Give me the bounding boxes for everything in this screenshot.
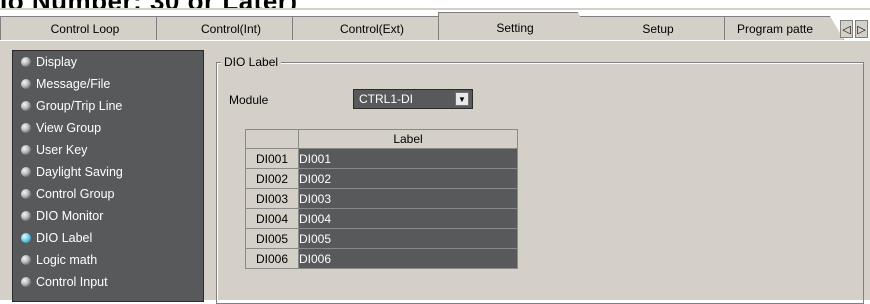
tab-divider: [0, 40, 870, 43]
tab-setting[interactable]: Setting: [438, 12, 592, 42]
radio-icon: [21, 211, 31, 221]
tab-next-icon[interactable]: ▷: [855, 20, 868, 38]
sidebar-item-label: Display: [36, 55, 77, 69]
module-label: Module: [229, 93, 269, 107]
sidebar-item-daylight-saving[interactable]: Daylight Saving: [13, 161, 203, 183]
sidebar-item-label: Control Group: [36, 187, 115, 201]
tab-control-loop[interactable]: Control Loop: [0, 16, 170, 40]
tab-label: Control Loop: [50, 21, 120, 36]
table-row: DI003 DI003: [245, 188, 518, 209]
radio-selected-icon: [21, 233, 31, 243]
label-cell[interactable]: DI003: [298, 188, 518, 209]
sidebar-item-label: Control Input: [36, 275, 108, 289]
tab-label: Setting: [496, 20, 534, 35]
radio-icon: [21, 167, 31, 177]
sidebar-item-control-group[interactable]: Control Group: [13, 183, 203, 205]
tab-bar: Control Loop Control(Int) Control(Ext) S…: [0, 10, 870, 42]
tab-label: Control(Int): [200, 21, 262, 36]
sidebar-item-user-key[interactable]: User Key: [13, 139, 203, 161]
table-row: DI002 DI002: [245, 168, 518, 189]
radio-icon: [21, 189, 31, 199]
row-header: DI005: [245, 228, 299, 249]
table-row: DI001 DI001: [245, 148, 518, 169]
radio-icon: [21, 79, 31, 89]
row-header: DI006: [245, 248, 299, 269]
dio-label-group: DIO Label Module CTRL1-DI ▼ Label DI001 …: [216, 55, 864, 304]
sidebar-item-label: Daylight Saving: [36, 165, 123, 179]
label-cell[interactable]: DI001: [298, 148, 518, 169]
tab-label: Setup: [642, 21, 674, 36]
group-title: DIO Label: [221, 55, 282, 69]
tab-label: Control(Ext): [339, 21, 404, 36]
tab-prev-icon[interactable]: ◁: [840, 20, 853, 38]
sidebar-item-control-input[interactable]: Control Input: [13, 271, 203, 293]
sidebar-item-message-file[interactable]: Message/File: [13, 73, 203, 95]
settings-sidebar: Display Message/File Group/Trip Line Vie…: [12, 50, 204, 302]
sidebar-item-group-trip-line[interactable]: Group/Trip Line: [13, 95, 203, 117]
label-cell[interactable]: DI005: [298, 228, 518, 249]
sidebar-item-label: Logic math: [36, 253, 98, 267]
radio-icon: [21, 277, 31, 287]
radio-icon: [21, 57, 31, 67]
app-window: Control Loop Control(Int) Control(Ext) S…: [0, 8, 870, 304]
table-row: DI004 DI004: [245, 208, 518, 229]
table-row: DI005 DI005: [245, 228, 518, 249]
sidebar-item-display[interactable]: Display: [13, 51, 203, 73]
sidebar-item-label: Group/Trip Line: [36, 99, 123, 113]
radio-icon: [21, 255, 31, 265]
label-cell[interactable]: DI006: [298, 248, 518, 269]
table-corner-cell: [245, 129, 299, 149]
label-cell[interactable]: DI002: [298, 168, 518, 189]
sidebar-item-label: View Group: [36, 121, 102, 135]
row-header: DI004: [245, 208, 299, 229]
row-header: DI002: [245, 168, 299, 189]
sidebar-item-label: DIO Monitor: [36, 209, 104, 223]
label-cell[interactable]: DI004: [298, 208, 518, 229]
sidebar-item-dio-label[interactable]: DIO Label: [13, 227, 203, 249]
sidebar-item-logic-math[interactable]: Logic math: [13, 249, 203, 271]
tab-control-int[interactable]: Control(Int): [156, 16, 306, 40]
table-row: DI006 DI006: [245, 248, 518, 269]
row-header: DI003: [245, 188, 299, 209]
tab-program-pattern[interactable]: Program patte: [724, 16, 844, 40]
sidebar-item-label: Message/File: [36, 77, 111, 91]
radio-icon: [21, 123, 31, 133]
tab-label: Program patte: [737, 21, 814, 36]
sidebar-item-label: DIO Label: [36, 231, 93, 245]
table-header-row: Label: [245, 129, 518, 149]
radio-icon: [21, 145, 31, 155]
sidebar-item-label: User Key: [36, 143, 88, 157]
module-select[interactable]: CTRL1-DI ▼: [353, 89, 473, 109]
column-header-label: Label: [298, 129, 518, 149]
sidebar-item-view-group[interactable]: View Group: [13, 117, 203, 139]
chevron-down-icon[interactable]: ▼: [455, 92, 469, 106]
row-header: DI001: [245, 148, 299, 169]
dio-label-table: Label DI001 DI001 DI002 DI002 DI003 DI00…: [245, 129, 518, 269]
module-select-value: CTRL1-DI: [359, 92, 414, 106]
tab-scroll-controls: ◁ ▷: [840, 20, 870, 40]
radio-icon: [21, 101, 31, 111]
sidebar-item-dio-monitor[interactable]: DIO Monitor: [13, 205, 203, 227]
tab-setup[interactable]: Setup: [578, 16, 738, 40]
settings-panel: DIO Label Module CTRL1-DI ▼ Label DI001 …: [210, 50, 870, 304]
tab-control-ext[interactable]: Control(Ext): [292, 16, 452, 40]
